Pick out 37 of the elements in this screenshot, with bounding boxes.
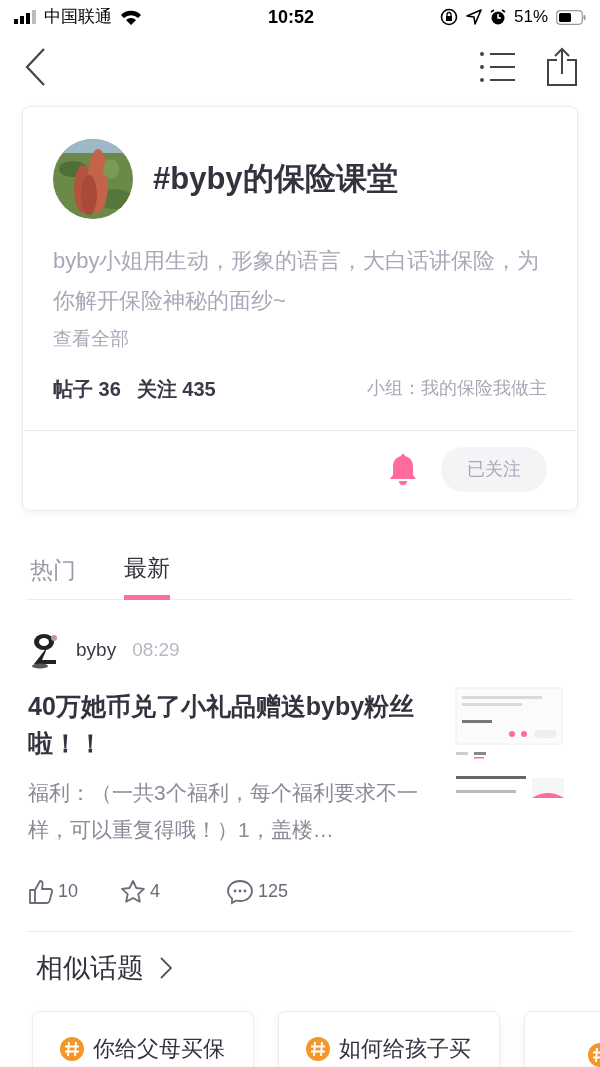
topic-name: 如何给孩子买 (339, 1035, 471, 1062)
hashtag-icon (59, 1035, 85, 1062)
section-title[interactable]: 相似话题 (36, 948, 144, 989)
back-icon[interactable] (24, 47, 46, 87)
battery-icon (556, 9, 586, 25)
chevron-right-icon[interactable] (160, 957, 172, 980)
topic-name: 你给父母买保 (93, 1035, 225, 1062)
topic-title: #byby的保险课堂 (153, 159, 398, 198)
topic-card[interactable]: 如何给孩子买 (278, 1010, 500, 1067)
post-title[interactable]: 40万她币兑了小礼品赠送byby粉丝啦！！ (28, 688, 438, 762)
status-time: 10:52 (266, 5, 315, 29)
wifi-icon (120, 9, 142, 25)
topic-stat: 帖子 36 (53, 376, 121, 402)
like-count: 10 (58, 880, 79, 903)
hashtag-icon (305, 1035, 331, 1062)
star-icon[interactable] (120, 878, 146, 905)
carrier-name: 中国联通 (44, 6, 112, 29)
post-time: 08:29 (132, 637, 180, 662)
bell-icon[interactable] (389, 452, 417, 486)
menu-icon[interactable] (480, 51, 516, 83)
thumbs-up-icon[interactable] (28, 878, 54, 905)
comment-icon[interactable] (226, 878, 254, 905)
favorite-count: 4 (150, 880, 160, 903)
location-icon (465, 9, 482, 25)
group-name: 小组：我的保险我做主 (367, 377, 547, 400)
tab[interactable]: 最新 (124, 550, 170, 600)
rotation-lock-icon (439, 8, 458, 26)
signal-icon (14, 10, 36, 24)
alarm-icon (489, 9, 506, 25)
comment-count: 125 (258, 880, 289, 903)
topic-description: byby小姐用生动，形象的语言，大白话讲保险，为你解开保险神秘的面纱~ (53, 247, 541, 315)
author-name[interactable]: byby (76, 635, 117, 665)
topic-stat: 关注 435 (136, 376, 216, 402)
battery-percent: 51% (513, 6, 548, 29)
topic-card[interactable]: 你给父母买保 (32, 1010, 254, 1067)
post-excerpt: 福利：（一共3个福利，每个福利要求不一样，可以重复得哦！）1，盖楼… (28, 780, 419, 843)
share-icon[interactable] (546, 47, 578, 87)
